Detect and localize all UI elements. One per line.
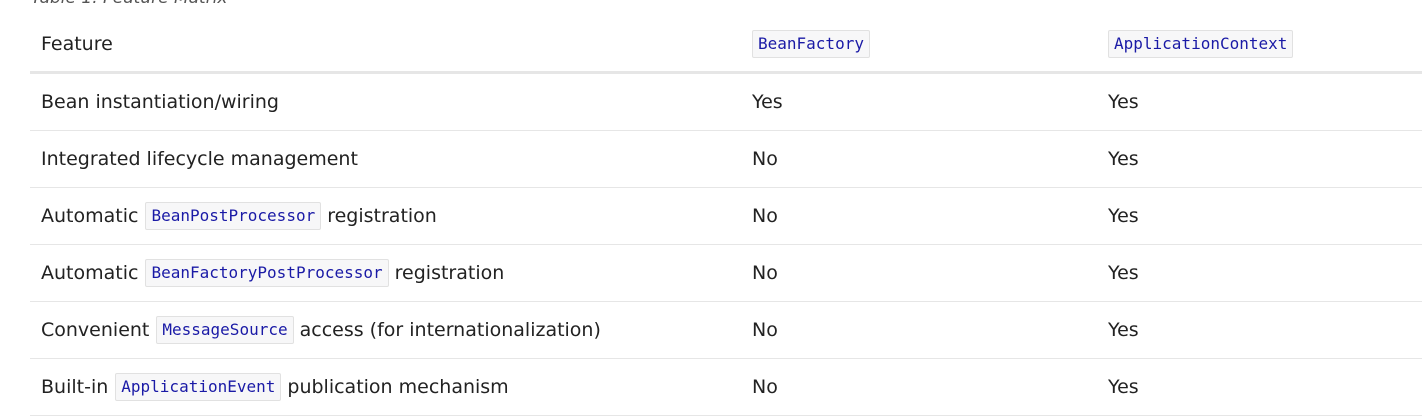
header-feature: Feature: [41, 16, 113, 71]
bean-factory-cell: No: [752, 376, 778, 398]
application-context-cell: Yes: [1108, 148, 1139, 170]
table-row: Automatic BeanPostProcessor registration…: [30, 188, 1422, 245]
feature-code: ApplicationEvent: [115, 373, 282, 401]
table-row: Bean instantiation/wiring Yes Yes: [30, 74, 1422, 131]
feature-matrix-table: Feature BeanFactory ApplicationContext B…: [30, 16, 1422, 416]
application-context-cell: Yes: [1108, 376, 1139, 398]
header-bean-factory: BeanFactory: [752, 16, 876, 71]
feature-cell: Automatic BeanPostProcessor registration: [41, 188, 437, 244]
feature-text-prefix: Built-in: [41, 376, 109, 398]
table-caption: Table 1. Feature Matrix: [31, 0, 228, 8]
table-row: Built-in ApplicationEvent publication me…: [30, 359, 1422, 416]
feature-code: BeanFactoryPostProcessor: [145, 259, 389, 287]
feature-code: BeanPostProcessor: [145, 202, 322, 230]
header-application-context-code: ApplicationContext: [1108, 29, 1294, 58]
table-header-row: Feature BeanFactory ApplicationContext: [30, 16, 1422, 74]
feature-text: Integrated lifecycle management: [41, 148, 358, 170]
application-context-cell: Yes: [1108, 262, 1139, 284]
table-row: Automatic BeanFactoryPostProcessor regis…: [30, 245, 1422, 302]
bean-factory-cell: No: [752, 148, 778, 170]
feature-text-prefix: Automatic: [41, 262, 139, 284]
feature-cell: Integrated lifecycle management: [41, 131, 358, 187]
bean-factory-cell: Yes: [752, 91, 783, 113]
header-feature-label: Feature: [41, 32, 113, 55]
feature-cell: Bean instantiation/wiring: [41, 74, 279, 130]
feature-text: Bean instantiation/wiring: [41, 91, 279, 113]
application-context-cell: Yes: [1108, 91, 1139, 113]
feature-cell: Automatic BeanFactoryPostProcessor regis…: [41, 245, 504, 301]
table-row: Convenient MessageSource access (for int…: [30, 302, 1422, 359]
feature-text-prefix: Automatic: [41, 205, 139, 227]
bean-factory-cell: No: [752, 205, 778, 227]
feature-text-suffix: publication mechanism: [287, 376, 509, 398]
header-bean-factory-code: BeanFactory: [752, 29, 870, 58]
application-context-cell: Yes: [1108, 205, 1139, 227]
header-application-context: ApplicationContext: [1108, 16, 1299, 71]
application-context-cell: Yes: [1108, 319, 1139, 341]
feature-text-prefix: Convenient: [41, 319, 150, 341]
feature-text-suffix: access (for internationalization): [299, 319, 601, 341]
bean-factory-cell: No: [752, 319, 778, 341]
table-row: Integrated lifecycle management No Yes: [30, 131, 1422, 188]
bean-factory-cell: No: [752, 262, 778, 284]
feature-cell: Convenient MessageSource access (for int…: [41, 302, 601, 358]
feature-text-suffix: registration: [327, 205, 437, 227]
feature-text-suffix: registration: [394, 262, 505, 284]
feature-code: MessageSource: [156, 316, 294, 344]
feature-cell: Built-in ApplicationEvent publication me…: [41, 359, 509, 415]
